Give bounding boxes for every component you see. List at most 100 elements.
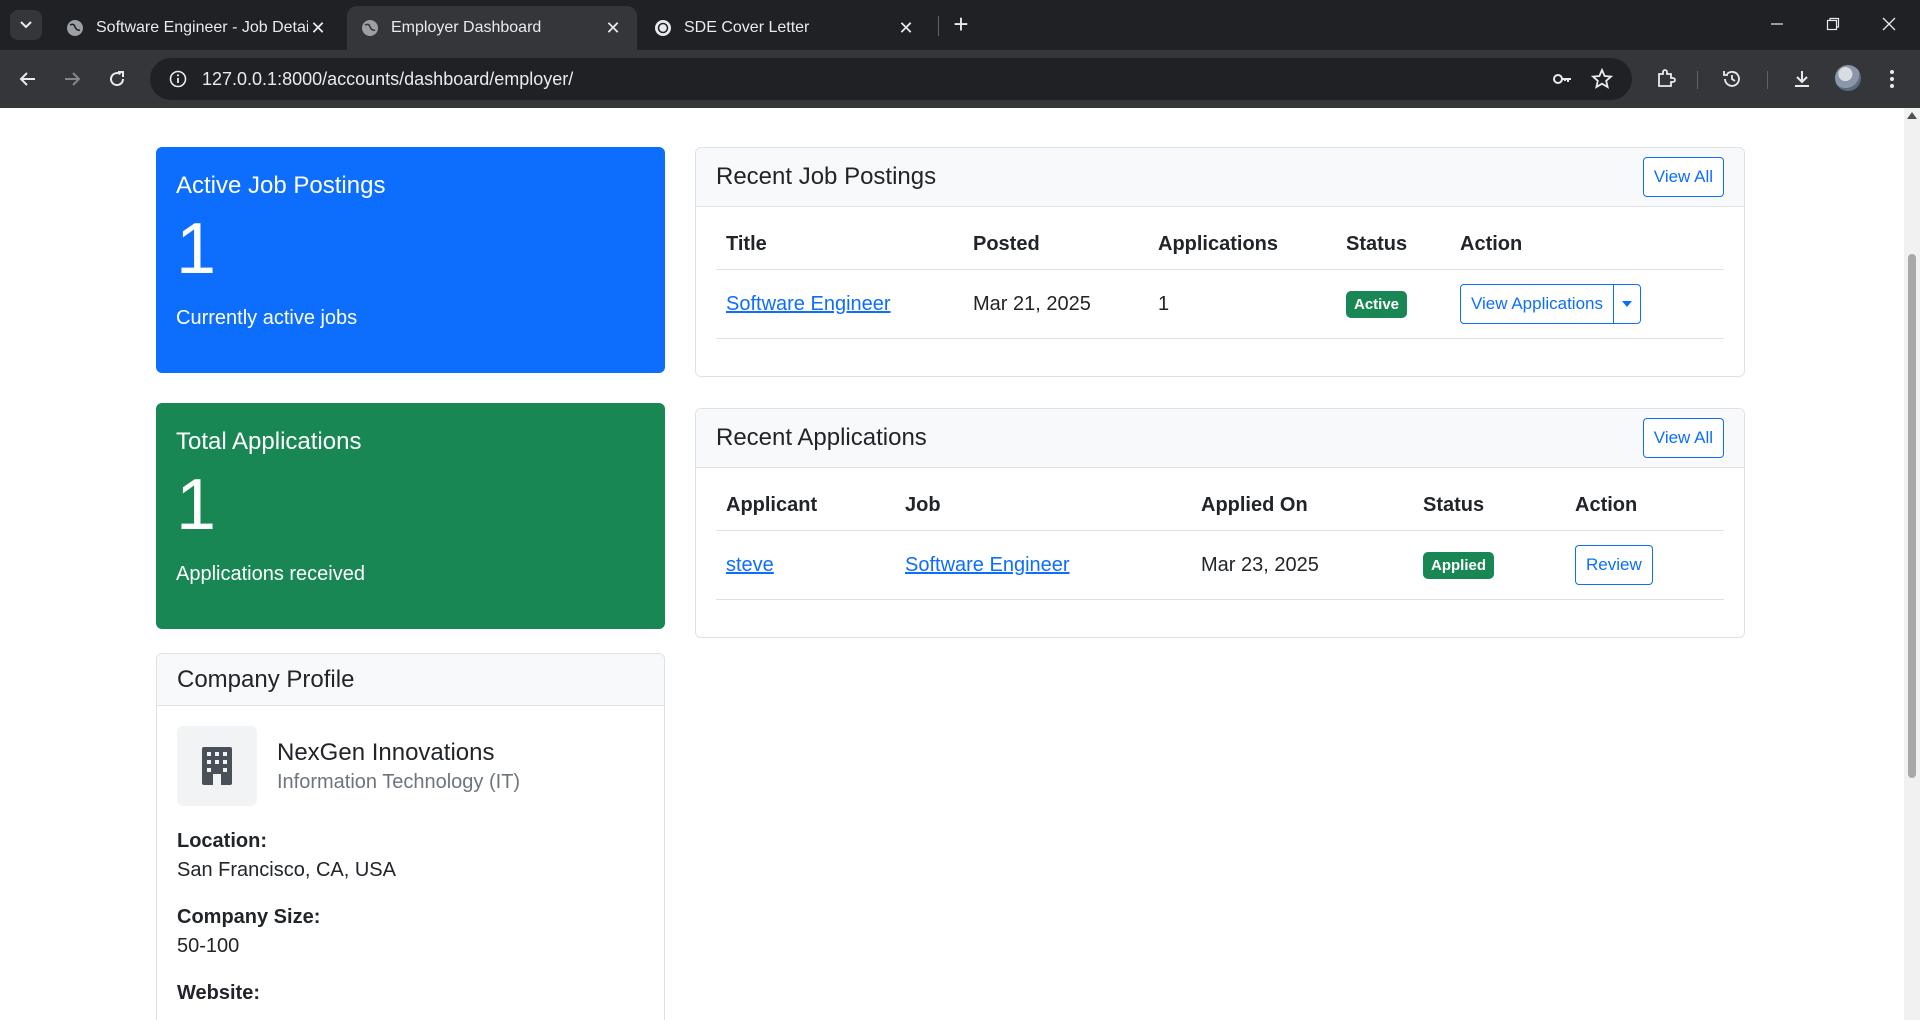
field-label: Company Size: (177, 906, 321, 928)
job-title-link[interactable]: Software Engineer (726, 293, 891, 315)
job-title-link[interactable]: Software Engineer (905, 554, 1070, 576)
tab-employer-dashboard[interactable]: Employer Dashboard ✕ (347, 6, 637, 50)
address-bar[interactable]: 127.0.0.1:8000/accounts/dashboard/employ… (150, 58, 1632, 100)
browser-tab-bar: Software Engineer - Job Details ✕ Employ… (0, 0, 1920, 50)
tab-divider (938, 16, 939, 36)
close-icon (1882, 17, 1896, 31)
reload-icon (110, 71, 125, 87)
card-header: Company Profile (157, 654, 664, 706)
column-header: Applications (1148, 217, 1336, 270)
view-all-jobs-button[interactable]: View All (1642, 157, 1724, 197)
view-applications-split-button: View Applications (1460, 284, 1641, 324)
table-header-row: Title Posted Applications Status Action (716, 217, 1724, 270)
arrow-right-icon (65, 72, 81, 86)
applicant-link[interactable]: steve (726, 554, 774, 576)
minimize-icon (1771, 23, 1783, 25)
page-scrollbar[interactable] (1904, 108, 1920, 1020)
tab-title: Employer Dashboard (391, 19, 542, 36)
extensions-icon[interactable] (1650, 63, 1682, 95)
restore-button[interactable] (1808, 8, 1858, 40)
page-content: Active Job Postings 1 Currently active j… (0, 108, 1904, 1020)
column-header: Status (1413, 478, 1565, 531)
arrow-left-icon (19, 72, 35, 86)
restore-icon (1826, 17, 1840, 31)
company-industry: Information Technology (IT) (277, 770, 521, 793)
kebab-menu-icon[interactable] (1876, 63, 1908, 95)
history-icon[interactable] (1716, 63, 1748, 95)
recent-applications-card: Recent Applications View All Applicant J… (695, 408, 1745, 638)
tab-title: Software Engineer - Job Details (96, 19, 308, 36)
bookmark-star-icon[interactable] (1588, 65, 1616, 93)
table-row: steve Software Engineer Mar 23, 2025 App… (716, 530, 1724, 600)
status-badge: Active (1346, 290, 1408, 318)
card-title: Recent Applications (716, 424, 927, 451)
view-applications-button[interactable]: View Applications (1461, 285, 1614, 323)
stat-subtext: Currently active jobs (176, 307, 358, 329)
building-icon (177, 726, 257, 806)
review-button[interactable]: Review (1575, 545, 1653, 585)
stat-value: 1 (176, 209, 217, 289)
column-header: Posted (963, 217, 1148, 270)
table-header-row: Applicant Job Applied On Status Action (716, 478, 1724, 531)
company-size-field: Company Size: 50-100 (157, 906, 664, 958)
stat-subtext: Applications received (176, 563, 365, 585)
field-label: Website: (177, 982, 260, 1004)
website-field: Website: (157, 982, 664, 1005)
stat-label: Active Job Postings (176, 172, 386, 199)
field-value: San Francisco, CA, USA (177, 859, 396, 881)
scroll-up-arrow-icon[interactable] (1907, 112, 1917, 119)
profile-avatar[interactable] (1835, 65, 1861, 91)
card-header: Recent Job Postings View All (696, 148, 1744, 207)
column-header: Action (1565, 478, 1724, 531)
globe-icon (361, 19, 379, 37)
browser-toolbar: 127.0.0.1:8000/accounts/dashboard/employ… (0, 50, 1920, 108)
card-title: Recent Job Postings (716, 163, 937, 190)
dropdown-caret-icon[interactable] (1614, 285, 1640, 323)
column-header: Job (895, 478, 1191, 531)
location-field: Location: San Francisco, CA, USA (157, 830, 664, 882)
forward-button[interactable] (56, 63, 88, 95)
column-header: Action (1450, 217, 1724, 270)
close-tab-icon[interactable]: ✕ (308, 18, 328, 38)
scroll-thumb[interactable] (1908, 254, 1916, 778)
applied-date: Mar 23, 2025 (1191, 530, 1413, 600)
chatgpt-icon (654, 19, 672, 37)
column-header: Title (716, 217, 963, 270)
site-info-icon[interactable] (160, 70, 196, 88)
password-key-icon[interactable] (1548, 65, 1576, 93)
stat-value: 1 (176, 465, 217, 545)
recent-jobs-card: Recent Job Postings View All Title Poste… (695, 147, 1745, 377)
card-title: Company Profile (177, 665, 355, 693)
jobs-table: Title Posted Applications Status Action … (716, 217, 1724, 339)
new-tab-button[interactable]: + (948, 11, 974, 38)
posted-date: Mar 21, 2025 (963, 269, 1148, 339)
field-value: 50-100 (177, 935, 240, 957)
tab-search-button[interactable] (10, 10, 42, 40)
back-button[interactable] (12, 63, 44, 95)
tab-job-details[interactable]: Software Engineer - Job Details ✕ (52, 6, 342, 50)
company-profile-card: Company Profile NexGen Innovations Infor… (156, 653, 665, 1020)
table-row: Software Engineer Mar 21, 2025 1 Active … (716, 269, 1724, 339)
close-window-button[interactable] (1864, 8, 1914, 40)
view-all-applications-button[interactable]: View All (1642, 418, 1724, 458)
reload-button[interactable] (101, 63, 133, 95)
close-tab-icon[interactable]: ✕ (603, 18, 623, 38)
toolbar-divider (1697, 71, 1698, 89)
stat-label: Total Applications (176, 428, 362, 455)
total-applications-card: Total Applications 1 Applications receiv… (156, 403, 665, 629)
status-badge: Applied (1423, 551, 1494, 579)
tab-cover-letter[interactable]: SDE Cover Letter ✕ (640, 6, 930, 50)
tab-title: SDE Cover Letter (684, 19, 810, 36)
minimize-button[interactable] (1752, 8, 1802, 40)
column-header: Status (1336, 217, 1450, 270)
download-icon[interactable] (1786, 63, 1818, 95)
toolbar-divider (1767, 71, 1768, 89)
globe-icon (66, 19, 84, 37)
column-header: Applicant (716, 478, 895, 531)
active-jobs-card: Active Job Postings 1 Currently active j… (156, 147, 665, 373)
column-header: Applied On (1191, 478, 1413, 531)
applications-table: Applicant Job Applied On Status Action s… (716, 478, 1724, 600)
chevron-down-icon (20, 21, 32, 29)
url-text: 127.0.0.1:8000/accounts/dashboard/employ… (202, 68, 574, 89)
close-tab-icon[interactable]: ✕ (896, 18, 916, 38)
